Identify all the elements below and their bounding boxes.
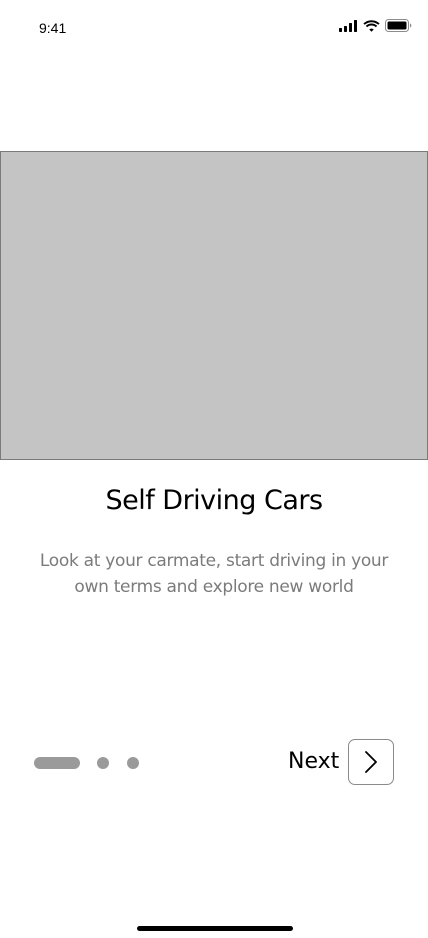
hero-image-placeholder	[0, 151, 428, 460]
status-bar: 9:41	[0, 0, 428, 56]
page-dot[interactable]	[127, 757, 139, 769]
onboarding-description: Look at your carmate, start driving in y…	[39, 551, 389, 597]
signal-icon	[339, 19, 357, 32]
page-dot[interactable]	[97, 757, 109, 769]
chevron-right-icon	[365, 751, 377, 773]
status-icons	[339, 19, 412, 32]
next-button[interactable]	[348, 739, 394, 785]
wifi-icon	[363, 19, 380, 32]
home-indicator[interactable]	[137, 926, 293, 931]
page-indicator	[34, 756, 144, 770]
onboarding-title: Self Driving Cars	[105, 485, 323, 516]
page-dot-active[interactable]	[34, 757, 80, 769]
battery-icon	[385, 19, 412, 32]
next-label[interactable]: Next	[288, 749, 339, 774]
status-time: 9:41	[39, 20, 67, 36]
